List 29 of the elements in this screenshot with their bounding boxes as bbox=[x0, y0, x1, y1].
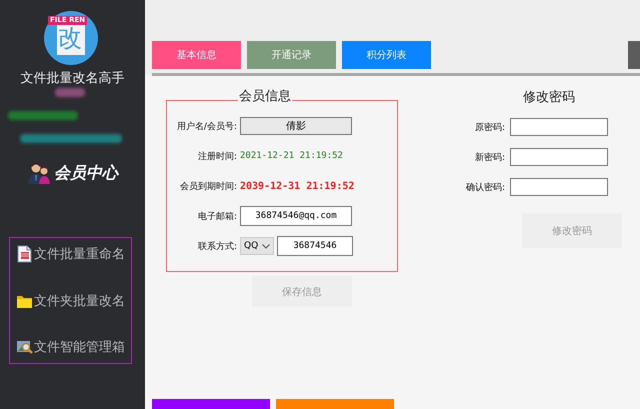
tab[interactable]: 积分列表 bbox=[342, 41, 431, 69]
date-text: 2039-12-31 21:19:52 bbox=[240, 180, 354, 192]
app-name: 文件批量改名高手 bbox=[20, 70, 126, 88]
field-label: 确认密码: bbox=[464, 182, 505, 194]
field-label: 会员到期时间: bbox=[178, 180, 237, 192]
menu-item[interactable]: 文件智能管理箱 bbox=[10, 337, 131, 357]
input-field[interactable]: 36874546 bbox=[277, 236, 353, 256]
date-text: 2021-12-21 21:19:52 bbox=[240, 151, 343, 161]
caret-icon bbox=[262, 244, 270, 248]
magnifier-icon bbox=[16, 338, 33, 356]
field-label: 原密码: bbox=[474, 122, 505, 134]
people-icon bbox=[28, 162, 50, 184]
input-field[interactable]: 36874546@qq.com bbox=[240, 206, 352, 226]
section-title: 修改密码 bbox=[523, 89, 576, 107]
logo-glyph: 改 bbox=[58, 24, 82, 52]
menu-item[interactable]: 文件批量重命名 bbox=[10, 244, 131, 264]
member-center-title[interactable]: 会员中心 bbox=[54, 162, 118, 184]
document-icon bbox=[16, 245, 33, 263]
password-field[interactable] bbox=[510, 118, 608, 136]
password-field[interactable] bbox=[510, 178, 608, 196]
field-label: 联系方式: bbox=[196, 240, 237, 252]
password-field[interactable] bbox=[510, 148, 608, 166]
field-label: 电子邮箱: bbox=[196, 210, 237, 222]
username-button[interactable]: 倩影 bbox=[240, 117, 352, 135]
menu-item[interactable]: 文件夹批量改名 bbox=[10, 290, 131, 310]
field-label: 新密码: bbox=[474, 152, 505, 164]
contact-dropdown[interactable]: QQ bbox=[240, 237, 274, 255]
field-label: 注册时间: bbox=[196, 150, 237, 162]
field-label: 用户名/会员号: bbox=[176, 120, 237, 132]
